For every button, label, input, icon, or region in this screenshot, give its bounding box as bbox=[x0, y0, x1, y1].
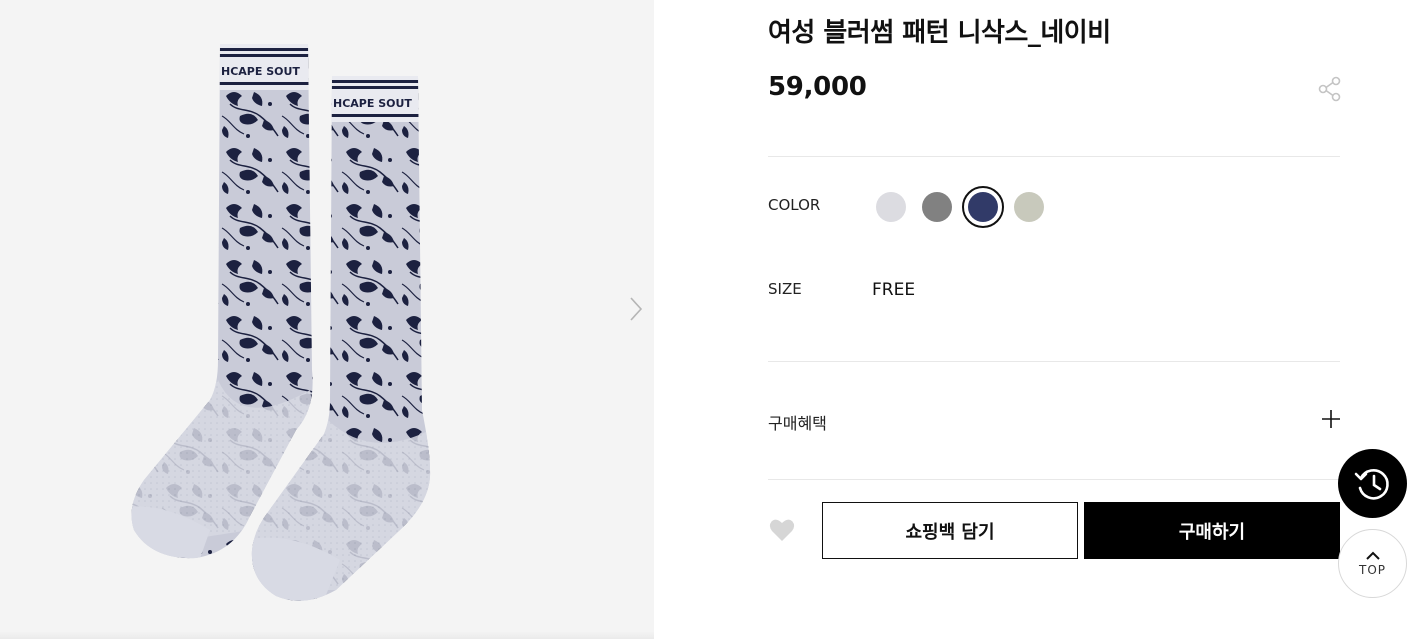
sock-band-text-right: HCAPE SOUT bbox=[333, 97, 412, 110]
top-label: TOP bbox=[1358, 562, 1386, 577]
buy-now-button[interactable]: 구매하기 bbox=[1084, 502, 1340, 559]
product-image: HCAPE SOUT HCAPE SOUT bbox=[131, 44, 431, 601]
color-swatch-khaki[interactable] bbox=[1008, 186, 1050, 228]
purchase-benefit-label[interactable]: 구매혜택 bbox=[768, 410, 827, 434]
chevron-right-icon bbox=[630, 297, 643, 321]
color-chip bbox=[1014, 192, 1044, 222]
color-chip bbox=[876, 192, 906, 222]
size-label: SIZE bbox=[768, 280, 802, 298]
color-swatch-gray[interactable] bbox=[916, 186, 958, 228]
gallery-next-button[interactable] bbox=[622, 292, 650, 326]
color-chip bbox=[968, 192, 998, 222]
share-icon bbox=[1318, 76, 1341, 102]
divider bbox=[768, 479, 1340, 480]
color-swatch-light-gray[interactable] bbox=[870, 186, 912, 228]
product-price: 59,000 bbox=[768, 72, 867, 102]
wishlist-button[interactable] bbox=[768, 516, 796, 544]
product-title: 여성 블러썸 패턴 니삭스_네이비 bbox=[768, 18, 1111, 48]
color-swatch-navy[interactable] bbox=[962, 186, 1004, 228]
gallery-bottom-edge bbox=[0, 631, 654, 639]
benefit-expand-button[interactable] bbox=[1320, 408, 1342, 430]
sock-band-text-left: HCAPE SOUT bbox=[221, 65, 300, 78]
product-gallery: HCAPE SOUT HCAPE SOUT bbox=[0, 0, 654, 639]
divider bbox=[768, 156, 1340, 157]
size-value[interactable]: FREE bbox=[872, 280, 915, 300]
color-label: COLOR bbox=[768, 196, 821, 214]
scroll-to-top-button[interactable]: TOP bbox=[1338, 529, 1407, 598]
heart-icon bbox=[769, 519, 795, 541]
share-button[interactable] bbox=[1318, 76, 1342, 102]
color-chip bbox=[922, 192, 952, 222]
recently-viewed-button[interactable] bbox=[1338, 449, 1407, 518]
plus-icon bbox=[1322, 410, 1340, 428]
divider bbox=[768, 361, 1340, 362]
chevron-up-icon bbox=[1365, 551, 1380, 560]
history-clock-icon bbox=[1354, 468, 1389, 500]
color-swatch-group bbox=[870, 186, 1054, 228]
add-to-cart-button[interactable]: 쇼핑백 담기 bbox=[822, 502, 1078, 559]
